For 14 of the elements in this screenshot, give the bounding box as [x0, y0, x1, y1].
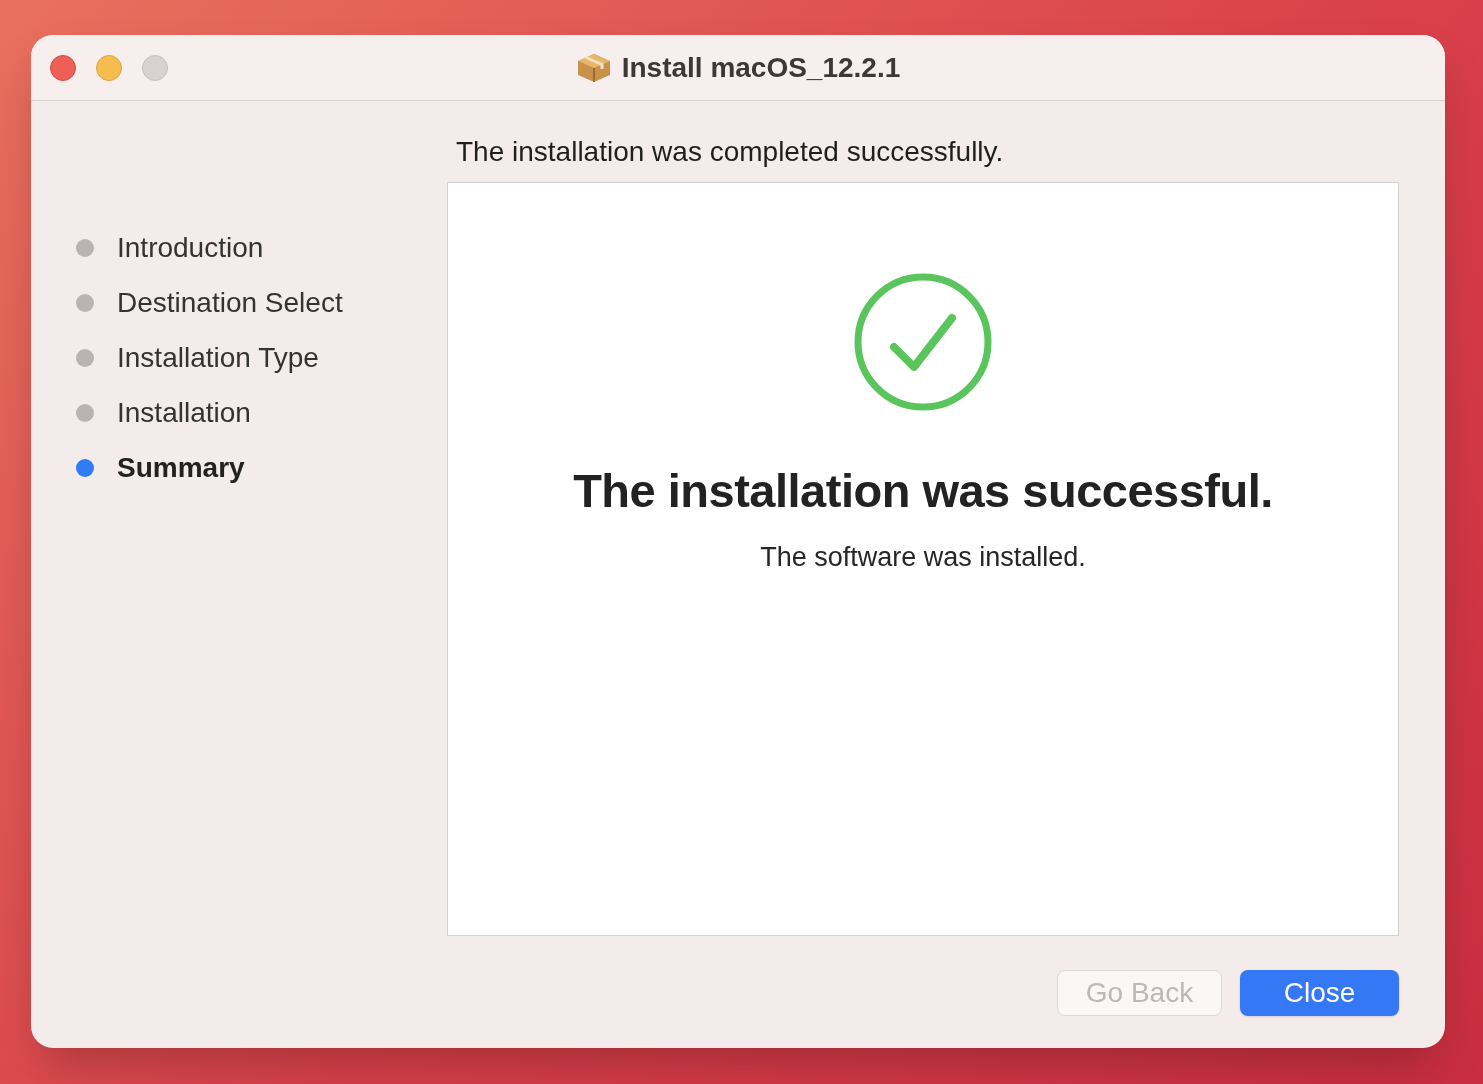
package-icon [575, 51, 612, 84]
window-title: Install macOS_12.2.1 [621, 50, 901, 85]
step-label: Destination Select [117, 285, 343, 320]
step-label: Introduction [117, 230, 264, 265]
step-label: Installation [117, 395, 251, 430]
step-label: Installation Type [117, 340, 319, 375]
success-heading: The installation was successful. [573, 463, 1273, 519]
close-window-button[interactable] [50, 55, 76, 81]
minimize-window-button[interactable] [96, 55, 122, 81]
status-message: The installation was completed successfully. [456, 135, 1005, 167]
default-button[interactable]: Close [1240, 970, 1399, 1016]
step-label: Summary [117, 450, 245, 485]
success-message: The software was installed. [760, 540, 1086, 574]
success-check-icon [853, 272, 993, 412]
